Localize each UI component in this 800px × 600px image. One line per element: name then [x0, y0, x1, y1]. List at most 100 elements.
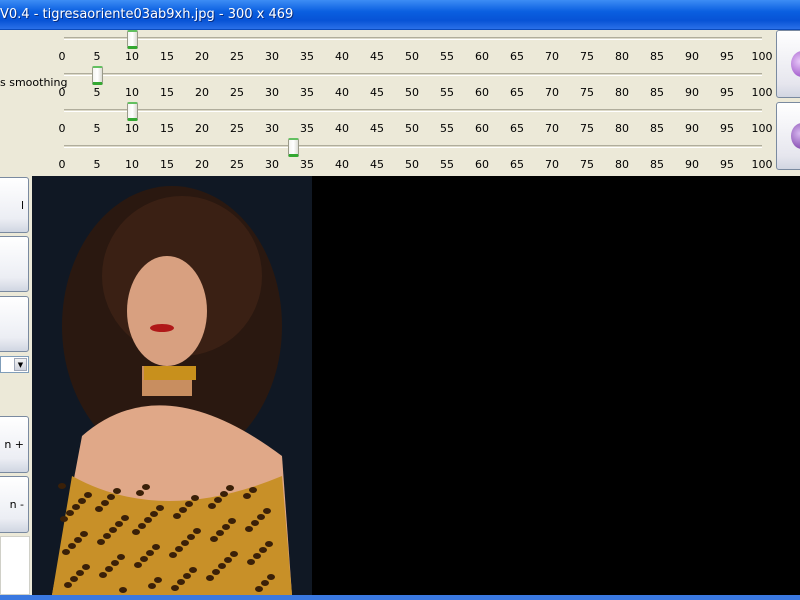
leopard-spot: [144, 517, 152, 523]
leopard-spot: [210, 536, 218, 542]
purple-orb-save-icon: [791, 123, 800, 149]
tick-label: 90: [685, 158, 699, 171]
tick-label: 45: [370, 86, 384, 99]
left-button-1[interactable]: l: [0, 177, 29, 233]
tick-label: 5: [93, 122, 101, 135]
leopard-spot: [95, 506, 103, 512]
leopard-spot: [152, 544, 160, 550]
tick-label: 50: [405, 122, 419, 135]
leopard-spot: [183, 573, 191, 579]
tick-label: 15: [160, 50, 174, 63]
tick-label: 90: [685, 50, 699, 63]
leopard-spot: [142, 484, 150, 490]
tick-label: 20: [195, 158, 209, 171]
slider-4[interactable]: 0 5 10 15 20 25 30 35 40 45 50 55 60 65 70 75 80 85 90 95 10…: [0, 138, 780, 174]
tick-label: 95: [720, 158, 734, 171]
window-title: V0.4 - tigresaoriente03ab9xh.jpg - 300 x…: [0, 7, 294, 22]
loaded-photo: [32, 176, 312, 595]
leopard-spot: [146, 550, 154, 556]
leopard-spot: [181, 540, 189, 546]
right-button-2[interactable]: [776, 102, 800, 170]
leopard-spot: [99, 572, 107, 578]
leopard-spot: [101, 500, 109, 506]
tick-label: 35: [300, 158, 314, 171]
tick-label: 20: [195, 122, 209, 135]
slider-thumb[interactable]: [127, 102, 138, 121]
tick-label: 35: [300, 86, 314, 99]
slider-thumb[interactable]: [288, 138, 299, 157]
leopard-spot: [230, 551, 238, 557]
tick-label: 45: [370, 50, 384, 63]
tick-label: 40: [335, 122, 349, 135]
slider-track[interactable]: [64, 37, 762, 40]
tick-label: 100: [751, 86, 773, 99]
zoom-out-button[interactable]: n -: [0, 476, 29, 533]
slider-thumb[interactable]: [92, 66, 103, 85]
tick-label: 50: [405, 158, 419, 171]
tick-label: 10: [125, 50, 139, 63]
tick-label: 100: [751, 158, 773, 171]
slider-track[interactable]: [64, 73, 762, 76]
slider-track[interactable]: [64, 109, 762, 112]
leopard-spot: [212, 569, 220, 575]
mode-dropdown[interactable]: ▼: [0, 356, 29, 373]
tick-label: 65: [510, 86, 524, 99]
leopard-spot: [222, 524, 230, 530]
tick-label: 10: [125, 122, 139, 135]
right-button-1[interactable]: [776, 30, 800, 98]
tick-label: 95: [720, 50, 734, 63]
leopard-spot: [66, 510, 74, 516]
zoom-in-button[interactable]: n +: [0, 416, 29, 473]
leopard-spot: [134, 562, 142, 568]
slider-track[interactable]: [64, 145, 762, 148]
leopard-spot: [107, 494, 115, 500]
tick-label: 0: [58, 86, 66, 99]
tick-label: 40: [335, 50, 349, 63]
leopard-spot: [62, 549, 70, 555]
slider-thumb[interactable]: [127, 30, 138, 49]
tick-label: 60: [475, 158, 489, 171]
leopard-spot: [82, 564, 90, 570]
leopard-spot: [140, 556, 148, 562]
tick-label: 50: [405, 50, 419, 63]
slider-1[interactable]: 0 5 10 15 20 25 30 35 40 45 50 55 60 65 70 75 80 85 90 95 10…: [0, 30, 780, 66]
tick-label: 0: [58, 158, 66, 171]
tick-label: 70: [545, 158, 559, 171]
leopard-spot: [105, 566, 113, 572]
tick-label: 75: [580, 50, 594, 63]
leopard-spot: [245, 526, 253, 532]
preview-panel: [0, 536, 30, 595]
tick-label: 90: [685, 122, 699, 135]
leopard-spot: [68, 543, 76, 549]
tick-label: 25: [230, 122, 244, 135]
left-button-3[interactable]: [0, 296, 29, 352]
leopard-spot: [206, 575, 214, 581]
leopard-spot: [257, 514, 265, 520]
leopard-spot: [109, 527, 117, 533]
tick-label: 35: [300, 122, 314, 135]
left-button-2[interactable]: [0, 236, 29, 292]
tick-label: 40: [335, 158, 349, 171]
tick-label: 95: [720, 122, 734, 135]
slider-2[interactable]: 0 5 10 15 20 25 30 35 40 45 50 55 60 65 70 75 80 85 90 95 10…: [0, 66, 780, 102]
tick-label: 75: [580, 122, 594, 135]
leopard-spot: [132, 529, 140, 535]
tick-label: 85: [650, 50, 664, 63]
leopard-spot: [80, 531, 88, 537]
tick-label: 80: [615, 158, 629, 171]
image-canvas: [32, 176, 312, 595]
tick-label: 15: [160, 122, 174, 135]
leopard-spot: [171, 585, 179, 591]
tick-label: 30: [265, 50, 279, 63]
tick-label: 45: [370, 158, 384, 171]
chevron-down-icon[interactable]: ▼: [14, 358, 27, 371]
slider-3[interactable]: 0 5 10 15 20 25 30 35 40 45 50 55 60 65 70 75 80 85 90 95 10…: [0, 102, 780, 138]
tick-label: 15: [160, 86, 174, 99]
leopard-spot: [58, 483, 66, 489]
tick-label: 85: [650, 158, 664, 171]
leopard-spot: [150, 511, 158, 517]
tick-label: 45: [370, 122, 384, 135]
leopard-spot: [121, 515, 129, 521]
tick-label: 30: [265, 122, 279, 135]
tick-label: 55: [440, 50, 454, 63]
